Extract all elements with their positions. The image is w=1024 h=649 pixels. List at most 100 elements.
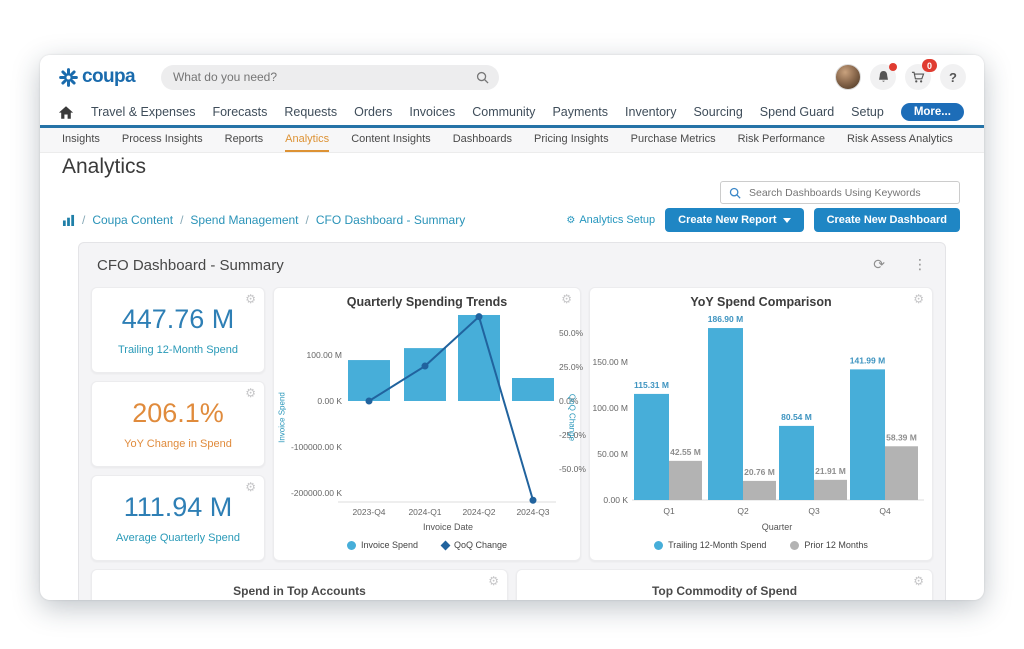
analytics-subnav: Insights Process Insights Reports Analyt… bbox=[40, 128, 984, 153]
global-search-input[interactable] bbox=[171, 69, 476, 85]
kpi-average-quarterly-spend: ⚙ 111.94 M Average Quarterly Spend bbox=[91, 475, 265, 561]
svg-text:-200000.00 K: -200000.00 K bbox=[291, 488, 342, 498]
cart-button[interactable]: 0 bbox=[905, 64, 931, 90]
invoice-spend-bar bbox=[512, 378, 554, 401]
dashboard-actions: ⚙ Analytics Setup Create New Report Crea… bbox=[566, 208, 960, 232]
legend-dot bbox=[790, 541, 799, 550]
legend-prior-12-months[interactable]: Prior 12 Months bbox=[790, 540, 868, 550]
subnav-pricing-insights[interactable]: Pricing Insights bbox=[534, 128, 609, 152]
help-button[interactable]: ? bbox=[940, 64, 966, 90]
nav-item-payments[interactable]: Payments bbox=[552, 105, 608, 119]
legend-label: Trailing 12-Month Spend bbox=[668, 540, 766, 550]
breadcrumb-separator: / bbox=[180, 213, 183, 227]
nav-item-orders[interactable]: Orders bbox=[354, 105, 392, 119]
nav-item-sourcing[interactable]: Sourcing bbox=[693, 105, 742, 119]
subnav-purchase-metrics[interactable]: Purchase Metrics bbox=[631, 128, 716, 152]
nav-item-invoices[interactable]: Invoices bbox=[409, 105, 455, 119]
notifications-button[interactable] bbox=[870, 64, 896, 90]
search-icon bbox=[476, 71, 489, 84]
subnav-insights[interactable]: Insights bbox=[62, 128, 100, 152]
legend-label: Prior 12 Months bbox=[804, 540, 868, 550]
subnav-content-insights[interactable]: Content Insights bbox=[351, 128, 431, 152]
widget-gear-icon[interactable]: ⚙ bbox=[245, 293, 256, 305]
svg-text:Q3: Q3 bbox=[808, 506, 820, 516]
legend-qoq-change[interactable]: QoQ Change bbox=[442, 540, 507, 550]
svg-text:Q2: Q2 bbox=[737, 506, 749, 516]
nav-item-forecasts[interactable]: Forecasts bbox=[212, 105, 267, 119]
refresh-icon[interactable]: ⟳ bbox=[873, 257, 885, 273]
widget-gear-icon[interactable]: ⚙ bbox=[245, 481, 256, 493]
widget-gear-icon[interactable]: ⚙ bbox=[245, 387, 256, 399]
subnav-analytics[interactable]: Analytics bbox=[285, 128, 329, 152]
breadcrumb-spend-management[interactable]: Spend Management bbox=[190, 213, 298, 227]
create-new-dashboard-button[interactable]: Create New Dashboard bbox=[814, 208, 960, 232]
kpi-value: 206.1% bbox=[132, 398, 224, 429]
top-bar: coupa 0 bbox=[40, 55, 984, 99]
svg-text:115.31 M: 115.31 M bbox=[634, 380, 669, 390]
analytics-setup-link[interactable]: ⚙ Analytics Setup bbox=[566, 214, 655, 226]
legend-dot bbox=[654, 541, 663, 550]
combo-chart-canvas: 100.00 M0.00 K-100000.00 K-200000.00 K50… bbox=[274, 311, 580, 521]
home-icon[interactable] bbox=[58, 105, 74, 120]
panel-title: Top Commodity of Spend bbox=[652, 584, 797, 598]
yoy-bar bbox=[669, 461, 702, 500]
legend-invoice-spend[interactable]: Invoice Spend bbox=[347, 540, 418, 550]
subnav-risk-assess-analytics[interactable]: Risk Assess Analytics bbox=[847, 128, 953, 152]
user-avatar[interactable] bbox=[835, 64, 861, 90]
legend-trailing-12-month[interactable]: Trailing 12-Month Spend bbox=[654, 540, 766, 550]
svg-text:Q4: Q4 bbox=[879, 506, 891, 516]
help-icon: ? bbox=[949, 70, 957, 85]
widget-gear-icon[interactable]: ⚙ bbox=[488, 575, 499, 587]
kpi-label: Average Quarterly Spend bbox=[116, 532, 240, 544]
svg-text:0.00 K: 0.00 K bbox=[317, 396, 342, 406]
search-icon bbox=[729, 187, 741, 199]
subnav-risk-performance[interactable]: Risk Performance bbox=[738, 128, 825, 152]
yoy-bar bbox=[814, 480, 847, 500]
dashboard-search-input[interactable] bbox=[747, 186, 951, 200]
nav-item-setup[interactable]: Setup bbox=[851, 105, 884, 119]
chart-legend: Trailing 12-Month Spend Prior 12 Months bbox=[590, 540, 932, 550]
nav-item-community[interactable]: Community bbox=[472, 105, 535, 119]
svg-text:2023-Q4: 2023-Q4 bbox=[352, 507, 385, 517]
nav-item-spend-guard[interactable]: Spend Guard bbox=[760, 105, 834, 119]
dashboard-search[interactable] bbox=[720, 181, 960, 204]
widget-gear-icon[interactable]: ⚙ bbox=[913, 575, 924, 587]
yoy-bar bbox=[885, 446, 918, 500]
chart-title: Quarterly Spending Trends bbox=[274, 295, 580, 309]
subnav-reports[interactable]: Reports bbox=[225, 128, 264, 152]
breadcrumb-separator: / bbox=[82, 213, 85, 227]
gear-icon: ⚙ bbox=[566, 215, 575, 226]
svg-text:-100000.00 K: -100000.00 K bbox=[291, 442, 342, 452]
create-new-report-label: Create New Report bbox=[678, 214, 776, 226]
svg-text:150.00 M: 150.00 M bbox=[593, 357, 628, 367]
svg-text:2024-Q1: 2024-Q1 bbox=[408, 507, 441, 517]
nav-item-travel-expenses[interactable]: Travel & Expenses bbox=[91, 105, 195, 119]
yoy-bar bbox=[708, 328, 743, 500]
yoy-bar bbox=[850, 369, 885, 500]
subnav-dashboards[interactable]: Dashboards bbox=[453, 128, 512, 152]
global-search[interactable] bbox=[161, 65, 499, 90]
topbar-actions: 0 ? bbox=[835, 64, 966, 90]
invoice-spend-bar bbox=[458, 315, 500, 401]
svg-text:50.00 M: 50.00 M bbox=[597, 449, 628, 459]
main-nav: Travel & Expenses Forecasts Requests Ord… bbox=[40, 99, 984, 128]
svg-text:141.99 M: 141.99 M bbox=[850, 355, 885, 365]
create-new-report-button[interactable]: Create New Report bbox=[665, 208, 803, 232]
nav-item-inventory[interactable]: Inventory bbox=[625, 105, 676, 119]
breadcrumb-cfo-dashboard[interactable]: CFO Dashboard - Summary bbox=[316, 213, 465, 227]
breadcrumb-coupa-content[interactable]: Coupa Content bbox=[92, 213, 173, 227]
widget-gear-icon[interactable]: ⚙ bbox=[913, 293, 924, 305]
subnav-process-insights[interactable]: Process Insights bbox=[122, 128, 203, 152]
chart-legend: Invoice Spend QoQ Change bbox=[274, 540, 580, 550]
kebab-menu-icon[interactable]: ⋮ bbox=[913, 257, 927, 273]
nav-more-button[interactable]: More... bbox=[901, 103, 964, 121]
cart-badge: 0 bbox=[922, 59, 937, 72]
qoq-change-point bbox=[366, 398, 373, 405]
right-axis-label: QoQ Change bbox=[568, 363, 577, 473]
page-title: Analytics bbox=[62, 155, 146, 179]
coupa-logo[interactable]: coupa bbox=[58, 66, 135, 88]
nav-item-requests[interactable]: Requests bbox=[284, 105, 337, 119]
cart-icon bbox=[911, 71, 925, 84]
widget-gear-icon[interactable]: ⚙ bbox=[561, 293, 572, 305]
invoice-spend-bar bbox=[348, 360, 390, 401]
